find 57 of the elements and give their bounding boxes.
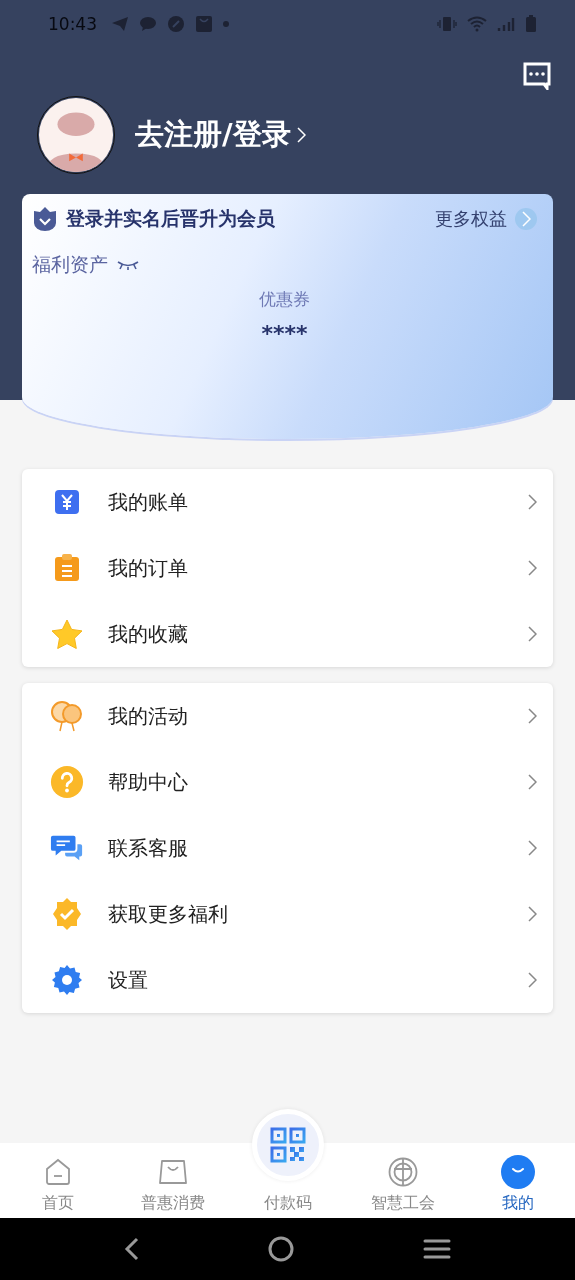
star-icon <box>51 619 83 649</box>
nav-tab[interactable]: 付款码 <box>263 1193 312 1214</box>
nav-tab[interactable]: 首页 <box>0 1143 115 1218</box>
menu-item[interactable]: 我的订单 <box>22 535 553 601</box>
wifi-icon <box>467 16 487 32</box>
chevron-right-icon <box>528 774 537 790</box>
chevron-right-icon <box>528 708 537 724</box>
coupon-value: **** <box>260 321 309 346</box>
more-benefits-link[interactable]: 更多权益 <box>435 207 537 231</box>
chevron-right-icon <box>521 211 531 227</box>
member-upgrade-title: 登录并实名后晋升为会员 <box>66 206 275 231</box>
chevron-right-icon <box>528 840 537 856</box>
menu-item[interactable]: 我的账单 <box>22 469 553 535</box>
menu-item[interactable]: 获取更多福利 <box>22 881 553 947</box>
assets-label: 福利资产 <box>32 252 108 277</box>
menu-item[interactable]: 帮助中心 <box>22 749 553 815</box>
menu-item[interactable]: 设置 <box>22 947 553 1013</box>
home-icon <box>44 1158 71 1186</box>
status-time: 10:43 <box>48 14 97 34</box>
yuan-icon <box>54 489 80 515</box>
signal-icon <box>497 16 515 32</box>
crown-shield-icon <box>32 206 58 232</box>
dot-icon <box>223 21 229 27</box>
emblem-icon <box>387 1157 418 1187</box>
home-circle-icon[interactable] <box>268 1236 295 1262</box>
nav-tab[interactable]: 我的 <box>460 1143 575 1218</box>
bag-icon <box>195 15 213 33</box>
question-icon <box>50 764 84 800</box>
chevron-right-icon <box>528 560 537 576</box>
message-icon[interactable] <box>523 62 551 90</box>
menu-item[interactable]: 我的收藏 <box>22 601 553 667</box>
chevron-right-icon <box>528 494 537 510</box>
vibrate-icon <box>437 16 457 32</box>
gauge-icon <box>167 15 185 33</box>
balloons-icon <box>50 700 84 732</box>
nav-tab[interactable]: 普惠消费 <box>115 1143 230 1218</box>
menu-icon[interactable] <box>422 1238 451 1260</box>
smile-icon <box>500 1155 535 1189</box>
chevron-right-icon <box>528 906 537 922</box>
back-icon[interactable] <box>124 1237 141 1261</box>
register-login-link[interactable]: 去注册/登录 <box>135 115 306 155</box>
chat-icon <box>139 16 157 32</box>
avatar[interactable] <box>37 96 115 174</box>
chevron-right-icon <box>528 626 537 642</box>
nav-tab[interactable]: 智慧工会 <box>345 1143 460 1218</box>
coupon-label: 优惠券 <box>258 288 311 311</box>
chevron-right-icon <box>296 127 306 143</box>
battery-icon <box>525 15 537 33</box>
menu-item[interactable]: 联系客服 <box>22 815 553 881</box>
qr-code-icon <box>269 1127 306 1163</box>
menu-item[interactable]: 我的活动 <box>22 683 553 749</box>
bag-icon <box>157 1159 188 1185</box>
chevron-right-icon <box>528 972 537 988</box>
settings-icon <box>50 963 84 997</box>
check-badge-icon <box>50 897 84 931</box>
paper-plane-icon <box>111 16 129 32</box>
clipboard-icon <box>54 554 80 582</box>
